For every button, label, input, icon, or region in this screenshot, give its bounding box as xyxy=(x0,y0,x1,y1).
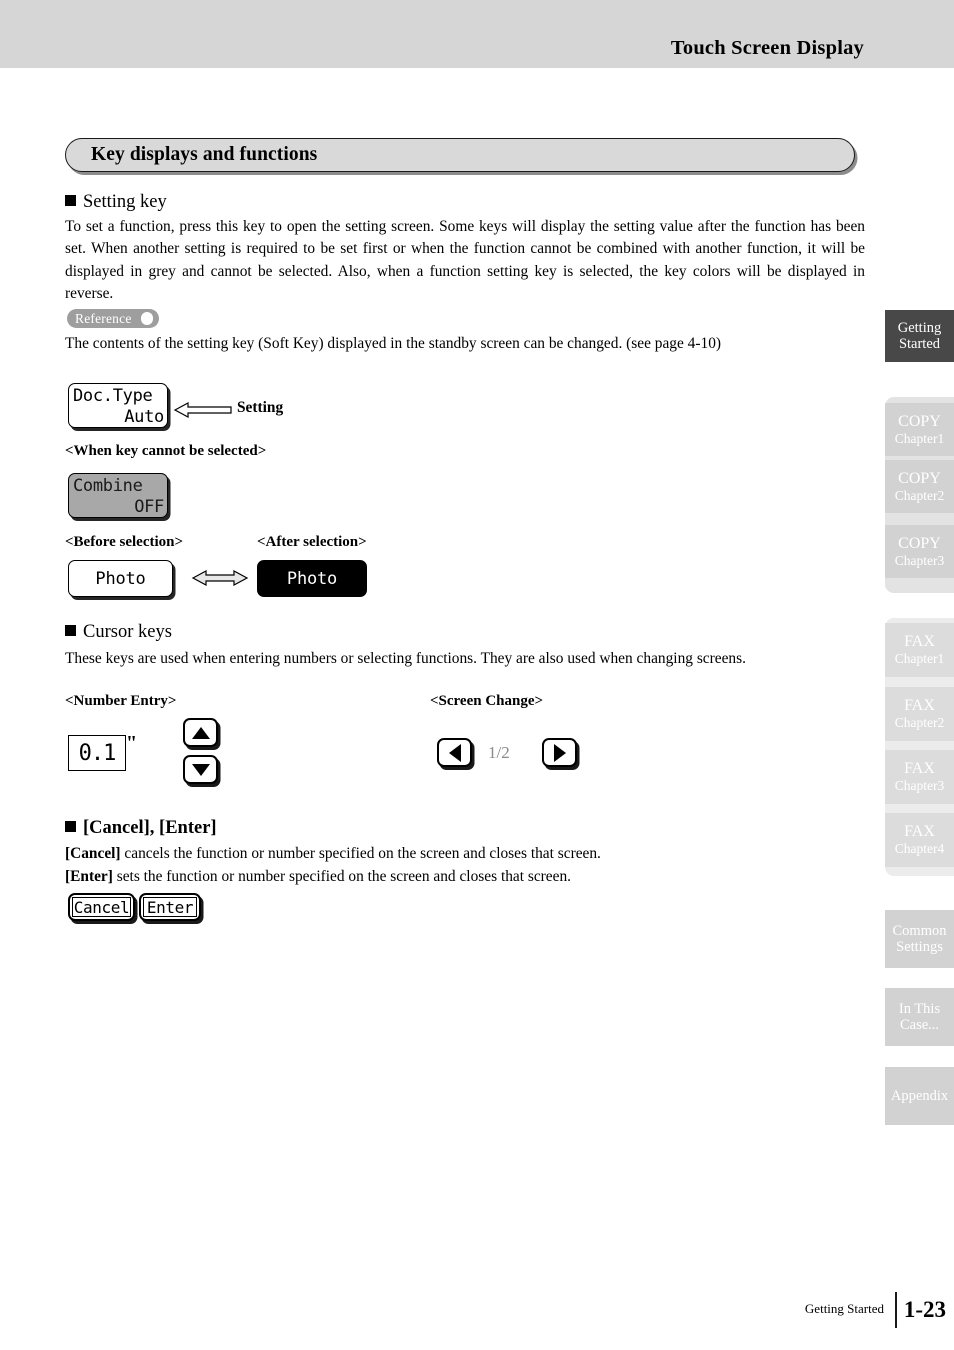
paragraph-enter: [Enter] sets the function or number spec… xyxy=(65,866,571,888)
setting-key-doc-type-line1: Doc.Type xyxy=(73,386,153,406)
paragraph-enter-bold: [Enter] xyxy=(65,868,113,885)
sidebar-tab-line2: Started xyxy=(898,336,941,352)
sidebar-tab-copy-chapter3[interactable]: COPY Chapter3 xyxy=(885,525,954,578)
page-header-title: Touch Screen Display xyxy=(670,37,864,59)
reference-badge-label: Reference xyxy=(75,311,132,326)
paragraph-cursor-keys: These keys are used when entering number… xyxy=(65,650,746,667)
sidebar-tab-line1: FAX xyxy=(904,823,935,841)
sidebar-tab-common-settings[interactable]: Common Settings xyxy=(885,910,954,968)
cancel-button-label: Cancel xyxy=(72,897,131,917)
triangle-right-icon xyxy=(553,743,566,762)
sidebar-tab-line1: COPY xyxy=(898,469,941,487)
reference-dot-icon xyxy=(140,312,154,325)
sidebar-tab-line1: COPY xyxy=(898,412,941,430)
caption-key-disabled: <When key cannot be selected> xyxy=(65,443,267,459)
cursor-down-button[interactable] xyxy=(183,755,218,784)
heading-cancel-label: [Cancel] xyxy=(83,818,150,838)
section-banner-title: Key displays and functions xyxy=(91,144,318,165)
triangle-down-icon xyxy=(191,763,210,776)
footer-page-number: 1-23 xyxy=(903,1297,946,1322)
sidebar-tab-in-this-case[interactable]: In This Case... xyxy=(885,988,954,1046)
caption-screen-change: <Screen Change> xyxy=(430,693,544,709)
toggle-double-arrow-icon xyxy=(191,569,249,587)
sidebar-tab-getting-started[interactable]: Getting Started xyxy=(885,310,954,362)
key-photo-unselected-label: Photo xyxy=(95,568,146,589)
cancel-button[interactable]: Cancel xyxy=(68,893,135,921)
key-photo-unselected[interactable]: Photo xyxy=(68,560,173,597)
screen-previous-button[interactable] xyxy=(437,738,472,767)
sidebar-tab-line2: Chapter1 xyxy=(894,651,945,667)
setting-key-doc-type[interactable]: Doc.Type Auto xyxy=(68,383,168,428)
screen-next-button[interactable] xyxy=(542,738,577,767)
sidebar-tab-fax-chapter4[interactable]: FAX Chapter4 xyxy=(885,813,954,867)
key-photo-selected[interactable]: Photo xyxy=(257,560,367,597)
sidebar-tab-fax-chapter1[interactable]: FAX Chapter1 xyxy=(885,623,954,677)
heading-cancel-enter: [Cancel], [Enter] xyxy=(65,818,217,839)
setting-callout-arrow-icon xyxy=(173,401,232,419)
paragraph-cancel: [Cancel] cancels the function or number … xyxy=(65,843,601,865)
setting-key-combine-line2: OFF xyxy=(134,497,164,517)
screen-page-indicator: 1/2 xyxy=(488,743,510,762)
heading-enter-label: [Enter] xyxy=(159,818,217,838)
triangle-left-icon xyxy=(448,743,461,762)
sidebar-tab-line2: Settings xyxy=(896,939,943,955)
bullet-square-icon xyxy=(65,195,76,206)
footer-chapter-label: Getting Started xyxy=(804,1301,884,1316)
sidebar-tab-line1: In This xyxy=(898,1000,941,1017)
caption-before-selection: <Before selection> xyxy=(65,534,184,550)
sidebar-tab-line2: Chapter2 xyxy=(894,487,945,503)
sidebar-tab-line1: Appendix xyxy=(890,1087,949,1104)
sidebar-tab-line2: Chapter1 xyxy=(894,430,945,446)
heading-comma: , xyxy=(149,818,160,838)
triangle-up-icon xyxy=(191,726,210,739)
paragraph-cancel-rest: cancels the function or number specified… xyxy=(120,845,601,862)
number-entry-unit: " xyxy=(126,732,138,754)
sidebar-tab-line2: Chapter2 xyxy=(894,715,945,731)
sidebar-tab-line1: FAX xyxy=(904,697,935,715)
setting-key-combine-line1: Combine xyxy=(73,476,143,496)
heading-setting-key-label: Setting key xyxy=(83,192,167,212)
sidebar-tab-line1: Common xyxy=(892,922,947,939)
paragraph-enter-rest: sets the function or number specified on… xyxy=(112,868,572,885)
sidebar-tab-fax-chapter3[interactable]: FAX Chapter3 xyxy=(885,750,954,804)
sidebar-tab-line1: FAX xyxy=(904,760,935,778)
bullet-square-icon xyxy=(65,821,76,832)
paragraph-cancel-bold: [Cancel] xyxy=(65,845,121,862)
sidebar-tab-line1: FAX xyxy=(904,633,935,651)
number-entry-field[interactable]: 0.1 xyxy=(68,735,126,771)
cursor-up-button[interactable] xyxy=(183,718,218,747)
bullet-square-icon xyxy=(65,625,76,636)
caption-after-selection: <After selection> xyxy=(257,534,367,550)
key-photo-selected-label: Photo xyxy=(286,568,338,589)
caption-number-entry: <Number Entry> xyxy=(65,693,177,709)
enter-button-label: Enter xyxy=(143,897,197,917)
sidebar-tab-line1: COPY xyxy=(898,534,941,552)
sidebar-tab-line2: Chapter4 xyxy=(894,841,945,857)
sidebar-tab-line2: Case... xyxy=(899,1017,940,1033)
footer-divider xyxy=(894,1292,897,1328)
heading-setting-key: Setting key xyxy=(65,192,167,213)
sidebar-tab-line1: Getting xyxy=(897,319,942,336)
sidebar-tab-fax-chapter2[interactable]: FAX Chapter2 xyxy=(885,687,954,741)
sidebar-tab-copy-chapter1[interactable]: COPY Chapter1 xyxy=(885,403,954,456)
sidebar-tab-line2: Chapter3 xyxy=(894,552,945,568)
sidebar-tab-copy-chapter2[interactable]: COPY Chapter2 xyxy=(885,460,954,513)
heading-cursor-keys-label: Cursor keys xyxy=(83,622,172,642)
setting-key-combine-disabled: Combine OFF xyxy=(68,473,168,518)
sidebar-tab-appendix[interactable]: Appendix xyxy=(885,1067,954,1125)
paragraph-setting-key: To set a function, press this key to ope… xyxy=(65,218,865,303)
setting-callout-label: Setting xyxy=(237,399,284,416)
setting-key-doc-type-line2: Auto xyxy=(124,407,164,427)
enter-button[interactable]: Enter xyxy=(139,893,201,921)
heading-cursor-keys: Cursor keys xyxy=(65,622,172,643)
reference-note-text: The contents of the setting key (Soft Ke… xyxy=(65,335,722,352)
number-entry-value: 0.1 xyxy=(78,740,117,766)
sidebar-tab-line2: Chapter3 xyxy=(894,778,945,794)
reference-badge: Reference xyxy=(67,309,160,328)
